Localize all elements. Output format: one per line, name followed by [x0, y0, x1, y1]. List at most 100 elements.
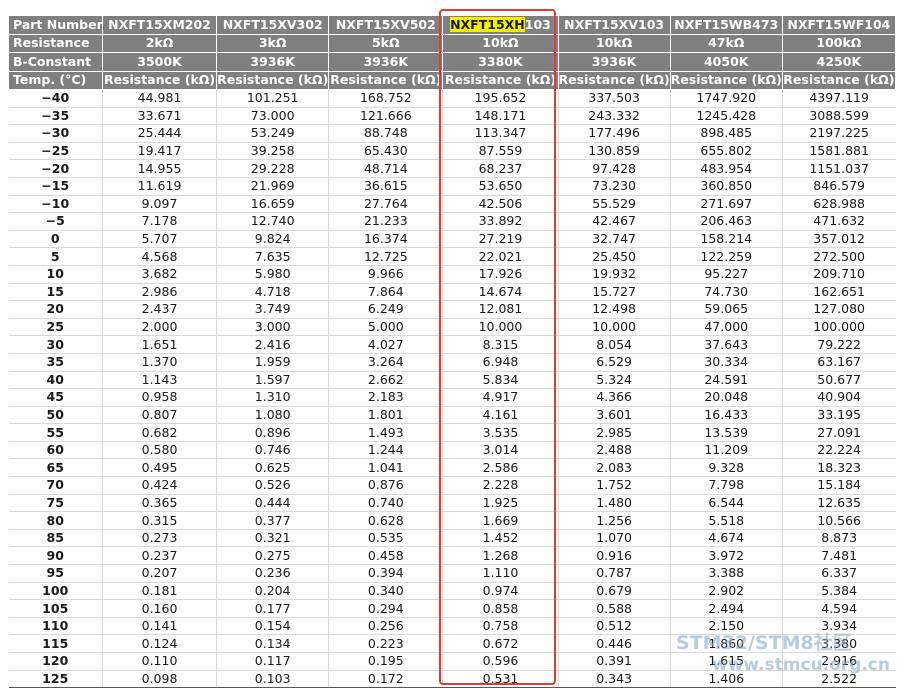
- temp-cell: −40: [8, 89, 103, 108]
- resistance-value-cell: 4.674: [669, 528, 783, 547]
- resistance-value-cell: 10.000: [442, 317, 559, 336]
- b-constant-label: B-Constant: [8, 52, 103, 72]
- resistance-value-cell: 2.083: [557, 458, 671, 477]
- resistance-value-cell: 50.677: [781, 370, 896, 389]
- resistance-value-cell: 0.117: [216, 652, 329, 671]
- resistance-value-cell: 29.228: [216, 159, 329, 178]
- resistance-value-cell: 0.444: [216, 493, 329, 512]
- table-row: 95 0.207 0.236 0.394 1.110 0.787 3.388 6.337: [8, 564, 896, 583]
- resistance-value-cell: 0.526: [216, 476, 329, 495]
- resistance-value-cell: 0.458: [328, 546, 443, 565]
- part-number-cell-highlighted: NXFT15XH103: [442, 15, 559, 35]
- resistance-value-cell: 48.714: [328, 159, 443, 178]
- table-row: 20 2.437 3.749 6.249 12.081 12.498 59.065 127.0…: [8, 300, 896, 319]
- temp-cell: −10: [8, 194, 103, 213]
- resistance-value-cell: 3.014: [442, 440, 559, 459]
- temp-cell: 45: [8, 388, 103, 407]
- resistance-value-cell: 2.494: [669, 599, 783, 618]
- resistance-value-cell: 21.969: [216, 176, 329, 196]
- resistance-value-cell: 357.012: [781, 229, 896, 248]
- resistance-value-cell: 47.000: [669, 317, 783, 336]
- b-constant-cell: 4050K: [669, 52, 783, 72]
- resistance-value-cell: 12.740: [216, 212, 329, 231]
- resistance-value-cell: 113.347: [442, 124, 559, 143]
- resistance-value-cell: 158.214: [669, 229, 783, 248]
- resistance-value-cell: 0.787: [557, 564, 671, 583]
- resistance-value-cell: 628.988: [781, 194, 896, 213]
- resistance-value-cell: 0.177: [216, 599, 329, 618]
- temp-cell: 120: [8, 652, 103, 671]
- resistance-value-cell: 471.632: [781, 212, 896, 231]
- resistance-value-cell: 1.310: [216, 388, 329, 407]
- resistance-value-cell: 25.450: [557, 247, 671, 266]
- resistance-value-cell: 1245.428: [669, 106, 783, 125]
- resistance-value-cell: 1.406: [669, 669, 783, 689]
- resistance-value-cell: 27.091: [781, 423, 896, 442]
- resistance-value-cell: 33.892: [442, 212, 559, 231]
- temp-cell: 20: [8, 300, 103, 319]
- b-constant-cell: 3936K: [328, 52, 444, 72]
- resistance-value-cell: 0.340: [328, 581, 443, 600]
- resistance-value-cell: 68.237: [442, 159, 559, 178]
- resistance-value-cell: 30.334: [669, 352, 783, 371]
- resistance-value-cell: 1.244: [328, 440, 443, 459]
- b-constant-row: B-Constant 3500K 3936K 3936K 3380K 3936K…: [8, 52, 897, 72]
- resistance-value-cell: 6.948: [442, 352, 559, 371]
- resistance-value-cell: 0.958: [101, 388, 217, 407]
- resistance-value-cell: 9.328: [669, 458, 783, 477]
- resistance-value-cell: 1.070: [557, 528, 671, 547]
- resistance-value-cell: 272.500: [781, 247, 896, 266]
- resistance-value-cell: 59.065: [669, 300, 783, 319]
- unit-cell: Resistance (kΩ): [442, 70, 559, 90]
- resistance-value-cell: 11.619: [101, 176, 217, 196]
- resistance-value-cell: 65.430: [328, 141, 443, 160]
- temp-cell: 25: [8, 317, 103, 336]
- resistance-value-cell: 5.707: [101, 229, 217, 248]
- resistance-value-cell: 8.054: [557, 335, 671, 354]
- resistance-value-cell: 7.798: [669, 476, 783, 495]
- resistance-cell: 3kΩ: [216, 33, 330, 53]
- resistance-value-cell: 337.503: [557, 89, 671, 108]
- resistance-value-cell: 4.917: [442, 388, 559, 407]
- resistance-value-cell: 8.315: [442, 335, 559, 354]
- resistance-table: Part Number NXFT15XM202 NXFT15XV302 NXFT…: [8, 15, 897, 689]
- resistance-value-cell: 121.666: [328, 106, 443, 125]
- resistance-value-cell: 0.394: [328, 564, 443, 583]
- resistance-value-cell: 33.195: [781, 405, 896, 424]
- resistance-value-cell: 271.697: [669, 194, 783, 213]
- resistance-cell: 2kΩ: [101, 33, 218, 53]
- resistance-value-cell: 9.966: [328, 264, 443, 284]
- resistance-value-cell: 39.258: [216, 141, 329, 160]
- part-number-cell: NXFT15XV502: [328, 15, 444, 35]
- table-row: 105 0.160 0.177 0.294 0.858 0.588 2.494 4.594: [8, 599, 896, 618]
- b-constant-cell: 3936K: [216, 52, 330, 72]
- temp-cell: −5: [8, 212, 103, 231]
- resistance-value-cell: 1.256: [557, 511, 671, 530]
- resistance-value-cell: 1.041: [328, 458, 443, 477]
- resistance-value-cell: 73.000: [216, 106, 329, 125]
- resistance-value-cell: 0.535: [328, 528, 443, 547]
- resistance-value-cell: 2.416: [216, 335, 329, 354]
- temp-cell: −30: [8, 124, 103, 143]
- resistance-value-cell: 6.249: [328, 300, 443, 319]
- temp-cell: 70: [8, 476, 103, 495]
- resistance-value-cell: 15.727: [557, 282, 671, 301]
- resistance-value-cell: 0.531: [442, 669, 559, 689]
- resistance-value-cell: 0.160: [101, 599, 217, 618]
- table-row: 60 0.580 0.746 1.244 3.014 2.488 11.209 22.224: [8, 440, 896, 459]
- temp-cell: 95: [8, 564, 103, 583]
- resistance-value-cell: 2.662: [328, 370, 443, 389]
- temp-cell: 75: [8, 493, 103, 512]
- table-row: 50 0.807 1.080 1.801 4.161 3.601 16.433 33.195: [8, 405, 896, 424]
- resistance-value-cell: 0.807: [101, 405, 217, 424]
- highlighted-text: NXFT15XH: [450, 16, 525, 32]
- resistance-value-cell: 130.859: [557, 141, 671, 160]
- table-row: −25 19.417 39.258 65.430 87.559 130.859 655.80…: [8, 141, 896, 160]
- resistance-value-cell: 0.103: [216, 669, 329, 689]
- resistance-value-cell: 3.934: [781, 616, 896, 635]
- resistance-value-cell: 2.000: [101, 317, 217, 336]
- resistance-value-cell: 655.802: [669, 141, 783, 160]
- resistance-value-cell: 1.801: [328, 405, 443, 424]
- table-row: 5 4.568 7.635 12.725 22.021 25.450 122.259 272.…: [8, 247, 896, 266]
- resistance-value-cell: 2.522: [781, 669, 896, 689]
